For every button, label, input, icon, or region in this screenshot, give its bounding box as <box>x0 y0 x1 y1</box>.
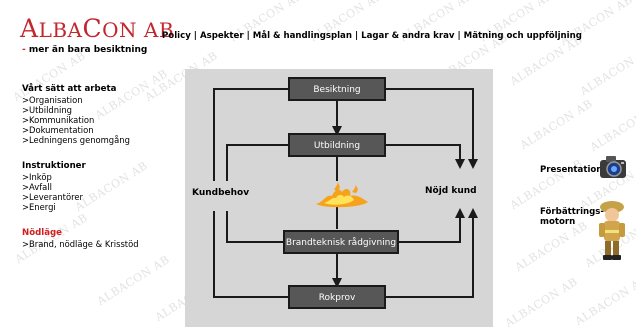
logo[interactable]: ALBACON AB <box>20 14 174 43</box>
firefighter-icon[interactable] <box>596 200 628 262</box>
diagram-box-brandteknisk-radgivning[interactable]: Brandteknisk rådgivning <box>283 230 399 254</box>
nav-link-policy[interactable]: Policy <box>162 31 191 41</box>
improvement-link-line1: Förbättrings- <box>540 207 604 217</box>
top-navigation: Policy | Aspekter | Mål & handlingsplan | Laga… <box>162 31 582 41</box>
nav-separator: | <box>193 31 197 41</box>
watermark-text: ALBACON AB <box>512 219 591 274</box>
sidebar-item-dokumentation[interactable]: >Dokumentation <box>22 125 130 135</box>
sidebar-item-leverantorer[interactable]: >Leverantörer <box>22 192 86 202</box>
watermark-text: ALBACON AB <box>577 43 636 98</box>
nav-separator: | <box>354 31 359 41</box>
nav-link-aspekter[interactable]: Aspekter <box>200 31 244 41</box>
sidebar-item-inkop[interactable]: >Inköp <box>22 172 86 182</box>
sidebar-section-nodlage: Nödläge >Brand, nödläge & Krisstöd <box>22 228 139 249</box>
camera-icon[interactable] <box>596 152 630 182</box>
sidebar-heading: Vårt sätt att arbeta <box>22 84 117 94</box>
sidebar-item-utbildning[interactable]: >Utbildning <box>22 105 130 115</box>
improvement-link[interactable]: Förbättrings- motorn <box>540 207 604 227</box>
nav-separator: | <box>246 31 250 41</box>
watermark-text: ALBACON AB <box>507 33 586 88</box>
flame-icon <box>316 182 368 208</box>
watermark-text: ALBACON AB <box>572 273 636 328</box>
nav-link-lagar[interactable]: Lagar & andra krav <box>361 31 454 41</box>
sidebar-item-organisation[interactable]: >Organisation <box>22 95 130 105</box>
sidebar-item-avfall[interactable]: >Avfall <box>22 182 86 192</box>
improvement-link-line2: motorn <box>540 217 576 227</box>
sidebar-heading: Instruktioner <box>22 161 86 171</box>
nav-link-mal[interactable]: Mål & handlingsplan <box>253 31 352 41</box>
diagram-box-besiktning[interactable]: Besiktning <box>288 77 386 101</box>
sidebar-item-ledningens-genomgang[interactable]: >Ledningens genomgång <box>22 135 130 145</box>
nav-separator: | <box>457 31 461 41</box>
diagram-label-nojd-kund: Nöjd kund <box>425 186 477 196</box>
tagline: - mer än bara besiktning <box>22 45 148 55</box>
sidebar-item-energi[interactable]: >Energi <box>22 202 86 212</box>
sidebar-item-kommunikation[interactable]: >Kommunikation <box>22 115 130 125</box>
sidebar-section-arbeta: Vårt sätt att arbeta >Organisation >Utbi… <box>22 84 130 145</box>
watermark-text: ALBACON AB <box>502 275 581 330</box>
sidebar-heading-nodlage[interactable]: Nödläge <box>22 228 139 238</box>
nav-link-matning[interactable]: Mätning och uppföljning <box>464 31 582 41</box>
watermark-text: ALBACON AB <box>94 253 173 308</box>
diagram-box-utbildning[interactable]: Utbildning <box>288 133 386 157</box>
diagram-box-rokprov[interactable]: Rokprov <box>288 285 386 309</box>
sidebar-section-instruktioner: Instruktioner >Inköp >Avfall >Leverantör… <box>22 161 86 212</box>
watermark-text: ALBACON AB <box>517 97 596 152</box>
diagram-label-kundbehov: Kundbehov <box>192 188 250 198</box>
presentation-link[interactable]: Presentation <box>540 165 602 175</box>
sidebar-item-brand-krisstod[interactable]: >Brand, nödläge & Krisstöd <box>22 239 139 249</box>
